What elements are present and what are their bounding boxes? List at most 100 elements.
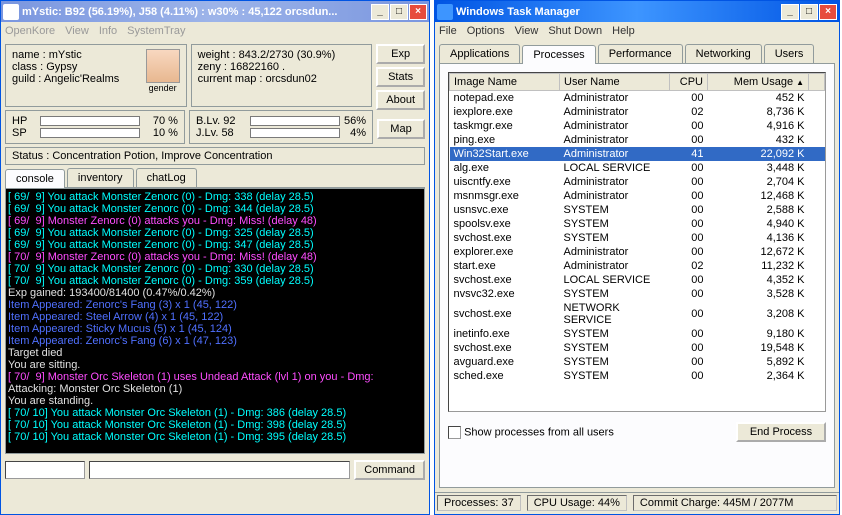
target-input[interactable] xyxy=(5,461,85,479)
table-row[interactable]: svchost.exeSYSTEM004,136 K xyxy=(450,231,825,245)
minimize-button[interactable]: _ xyxy=(371,4,389,20)
openkore-window: mYstic: B92 (56.19%), J58 (4.11%) : w30%… xyxy=(0,0,430,515)
table-row[interactable]: explorer.exeAdministrator0012,672 K xyxy=(450,245,825,259)
table-row[interactable]: avguard.exeSYSTEM005,892 K xyxy=(450,355,825,369)
weight-label: weight : xyxy=(198,49,236,61)
menu-view[interactable]: View xyxy=(65,25,89,37)
gender-label: gender xyxy=(149,83,177,93)
menu-help[interactable]: Help xyxy=(612,25,635,37)
name-label: name : xyxy=(12,49,46,61)
table-row[interactable]: spoolsv.exeSYSTEM004,940 K xyxy=(450,217,825,231)
table-row[interactable]: iexplore.exeAdministrator028,736 K xyxy=(450,105,825,119)
table-row[interactable]: inetinfo.exeSYSTEM009,180 K xyxy=(450,327,825,341)
table-row[interactable]: svchost.exeLOCAL SERVICE004,352 K xyxy=(450,273,825,287)
table-row[interactable]: notepad.exeAdministrator00452 K xyxy=(450,91,825,106)
console-line: Item Appeared: Zenorc's Fang (3) x 1 (45… xyxy=(8,299,422,311)
menu-view-tm[interactable]: View xyxy=(515,25,539,37)
taskmgr-titlebar[interactable]: Windows Task Manager _ □ × xyxy=(435,1,839,22)
map-label: current map : xyxy=(198,73,263,85)
status-value: Concentration Potion, Improve Concentrat… xyxy=(52,150,272,162)
table-row[interactable]: svchost.exeSYSTEM0019,548 K xyxy=(450,341,825,355)
table-row[interactable]: sched.exeSYSTEM002,364 K xyxy=(450,369,825,383)
col-user-name[interactable]: User Name xyxy=(560,74,670,91)
tm-minimize-button[interactable]: _ xyxy=(781,4,799,20)
tab-chatlog[interactable]: chatLog xyxy=(136,168,197,187)
col-image-name[interactable]: Image Name xyxy=(450,74,560,91)
console-line: [ 70/ 9] Monster Zenorc (0) attacks you … xyxy=(8,251,422,263)
info-panel: weight : 843.2/2730 (30.9%) zeny : 16822… xyxy=(191,44,373,107)
taskmgr-title: Windows Task Manager xyxy=(456,6,781,18)
table-row[interactable]: ping.exeAdministrator00432 K xyxy=(450,133,825,147)
show-all-checkbox[interactable]: Show processes from all users xyxy=(448,426,614,439)
col-mem-usage[interactable]: Mem Usage▲ xyxy=(708,74,809,91)
taskmgr-tabs: Applications Processes Performance Netwo… xyxy=(439,44,835,64)
console-line: [ 70/ 9] You attack Monster Zenorc (0) -… xyxy=(8,275,422,287)
end-process-button[interactable]: End Process xyxy=(736,422,826,442)
command-button[interactable]: Command xyxy=(354,460,425,480)
col-cpu[interactable]: CPU xyxy=(670,74,708,91)
menu-shutdown[interactable]: Shut Down xyxy=(548,25,602,37)
blv-label: B.Lv. 92 xyxy=(196,115,246,127)
tab-networking[interactable]: Networking xyxy=(685,44,762,63)
table-row[interactable]: usnsvc.exeSYSTEM002,588 K xyxy=(450,203,825,217)
lv-panel: B.Lv. 92 56% J.Lv. 58 4% xyxy=(189,110,373,144)
console-line: [ 70/ 10] You attack Monster Orc Skeleto… xyxy=(8,407,422,419)
table-row[interactable]: nvsvc32.exeSYSTEM003,528 K xyxy=(450,287,825,301)
app-icon xyxy=(3,4,19,20)
command-input[interactable] xyxy=(89,461,350,479)
kore-tabs: console inventory chatLog xyxy=(5,168,425,188)
taskmgr-icon xyxy=(437,4,453,20)
console-line: [ 69/ 9] Monster Zenorc (0) attacks you … xyxy=(8,215,422,227)
table-row[interactable]: alg.exeLOCAL SERVICE003,448 K xyxy=(450,161,825,175)
tm-close-button[interactable]: × xyxy=(819,4,837,20)
taskmgr-menubar: File Options View Shut Down Help xyxy=(435,22,839,40)
table-row[interactable]: taskmgr.exeAdministrator004,916 K xyxy=(450,119,825,133)
map-button[interactable]: Map xyxy=(377,119,425,139)
exp-button[interactable]: Exp xyxy=(376,44,425,64)
console-line: You are standing. xyxy=(8,395,422,407)
blv-bar xyxy=(250,116,340,126)
process-table-container[interactable]: Image Name User Name CPU Mem Usage▲ note… xyxy=(448,72,826,412)
stats-button[interactable]: Stats xyxy=(376,67,425,87)
map-value: orcsdun02 xyxy=(266,73,317,85)
hp-bar xyxy=(40,116,140,126)
taskmgr-statusbar: Processes: 37 CPU Usage: 44% Commit Char… xyxy=(435,492,839,513)
tm-maximize-button[interactable]: □ xyxy=(800,4,818,20)
menu-options[interactable]: Options xyxy=(467,25,505,37)
table-row[interactable]: start.exeAdministrator0211,232 K xyxy=(450,259,825,273)
kore-titlebar[interactable]: mYstic: B92 (56.19%), J58 (4.11%) : w30%… xyxy=(1,1,429,22)
tab-inventory[interactable]: inventory xyxy=(67,168,134,187)
hp-pct: 70 % xyxy=(153,115,178,127)
tab-performance[interactable]: Performance xyxy=(598,44,683,63)
console-line: Item Appeared: Zenorc's Fang (6) x 1 (47… xyxy=(8,335,422,347)
tab-processes[interactable]: Processes xyxy=(522,45,595,64)
about-button[interactable]: About xyxy=(376,90,425,110)
sort-desc-icon: ▲ xyxy=(796,78,804,87)
hpsp-panel: HP70 % SP10 % xyxy=(5,110,185,144)
maximize-button[interactable]: □ xyxy=(390,4,408,20)
tab-applications[interactable]: Applications xyxy=(439,44,520,63)
tab-console[interactable]: console xyxy=(5,169,65,188)
status-panel: Status : Concentration Potion, Improve C… xyxy=(5,147,425,165)
menu-systemtray[interactable]: SystemTray xyxy=(127,25,185,37)
jlv-label: J.Lv. 58 xyxy=(196,127,246,139)
table-row[interactable]: svchost.exeNETWORK SERVICE003,208 K xyxy=(450,301,825,327)
hp-label: HP xyxy=(12,115,36,127)
status-processes: Processes: 37 xyxy=(437,495,521,511)
console-output[interactable]: [ 69/ 9] You attack Monster Zenorc (0) -… xyxy=(5,188,425,454)
close-button[interactable]: × xyxy=(409,4,427,20)
tab-users[interactable]: Users xyxy=(764,44,815,63)
menu-openkore[interactable]: OpenKore xyxy=(5,25,55,37)
jlv-pct: 4% xyxy=(350,127,366,139)
avatar xyxy=(146,49,180,83)
guild-value: Angelic'Realms xyxy=(44,73,119,85)
char-panel: name : mYstic class : Gypsy guild : Ange… xyxy=(5,44,187,107)
table-row[interactable]: Win32Start.exeAdministrator4122,092 K xyxy=(450,147,825,161)
sp-bar xyxy=(40,128,140,138)
menu-info[interactable]: Info xyxy=(99,25,117,37)
menu-file[interactable]: File xyxy=(439,25,457,37)
table-row[interactable]: uiscntfy.exeAdministrator002,704 K xyxy=(450,175,825,189)
kore-title: mYstic: B92 (56.19%), J58 (4.11%) : w30%… xyxy=(22,6,371,18)
table-row[interactable]: msnmsgr.exeAdministrator0012,468 K xyxy=(450,189,825,203)
blv-pct: 56% xyxy=(344,115,366,127)
